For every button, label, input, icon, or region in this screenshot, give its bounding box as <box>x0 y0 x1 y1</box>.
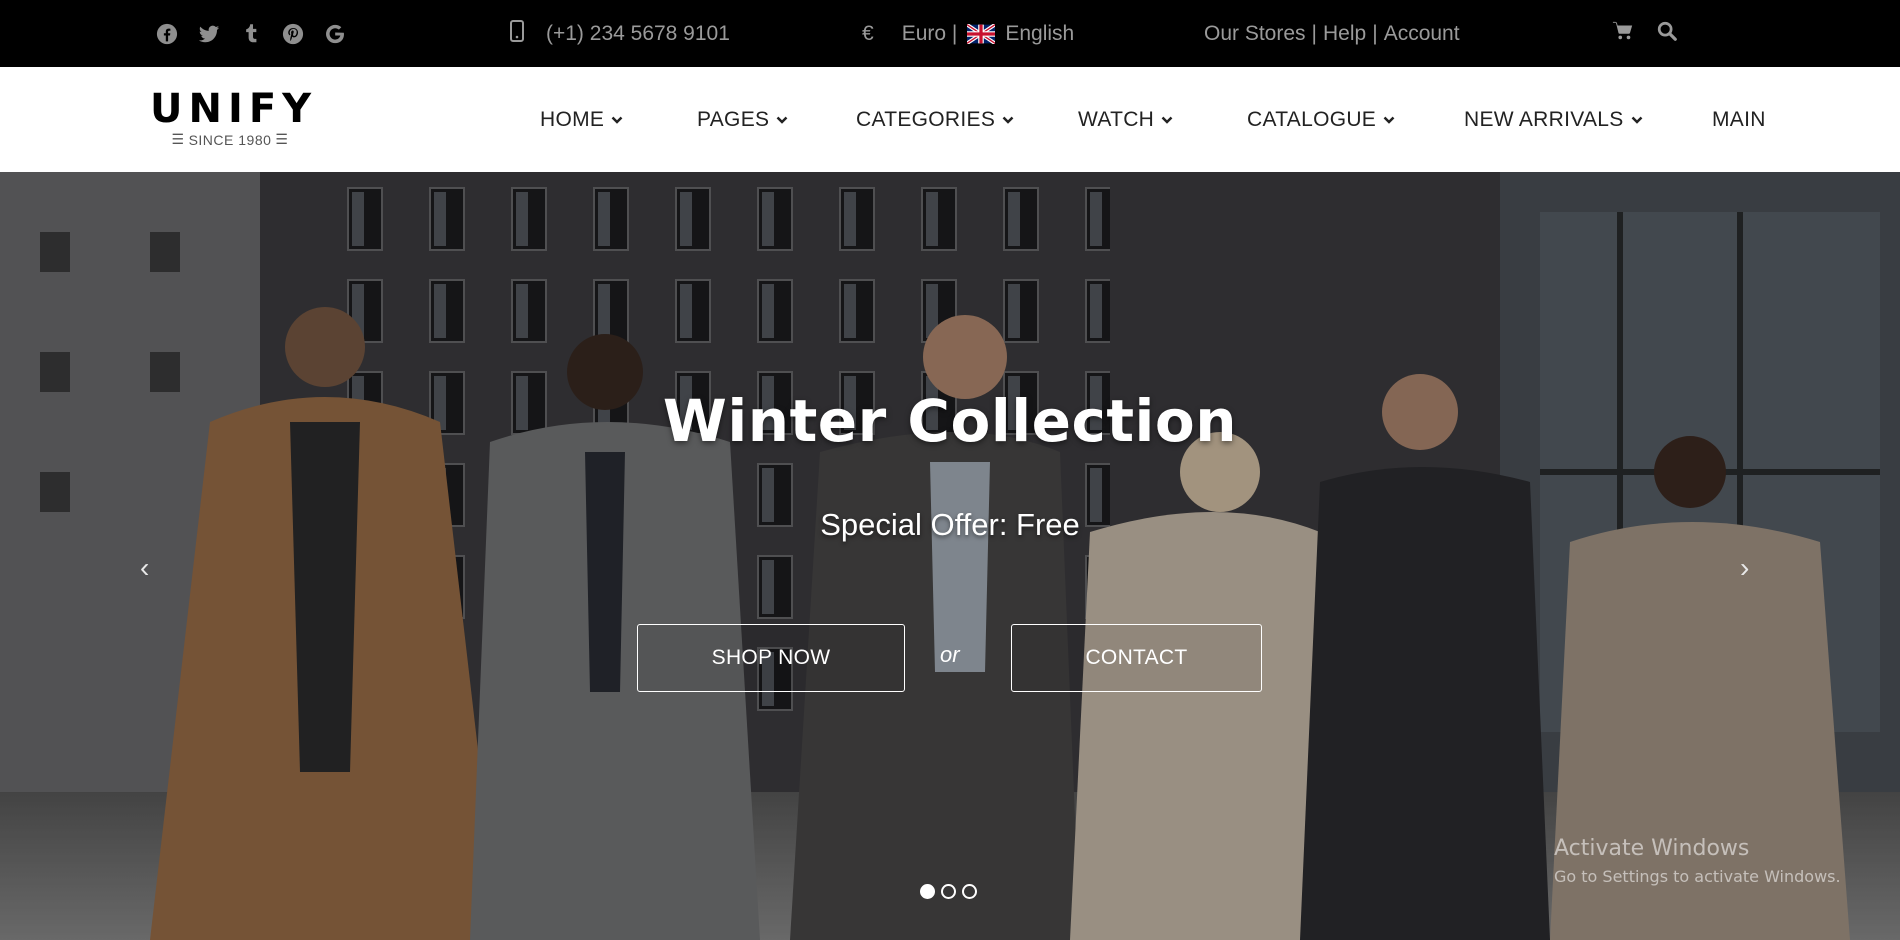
account-link[interactable]: Account <box>1384 22 1460 46</box>
mobile-phone-icon <box>510 19 524 48</box>
cart-icon[interactable] <box>1612 20 1634 48</box>
hero-slider: Winter Collection Special Offer: Free SH… <box>0 172 1900 940</box>
separator: | <box>1372 21 1378 45</box>
chevron-down-icon <box>776 116 788 124</box>
currency-language: € Euro | English <box>862 0 1074 67</box>
nav-item-home[interactable]: HOME <box>540 67 623 172</box>
top-bar: (+1) 234 5678 9101 € Euro | English Our … <box>0 0 1900 67</box>
next-slide-arrow-icon[interactable]: › <box>1740 552 1749 584</box>
main-header: UNIFY ☰ SINCE 1980 ☰ HOME PAGES CATEGORI… <box>0 67 1900 172</box>
nav-item-watch[interactable]: WATCH <box>1078 67 1173 172</box>
language-selector[interactable]: English <box>1005 22 1074 46</box>
euro-icon: € <box>862 21 874 45</box>
nav-item-catalogue[interactable]: CATALOGUE <box>1247 67 1395 172</box>
uk-flag-icon <box>966 22 997 45</box>
nav-item-pages[interactable]: PAGES <box>697 67 788 172</box>
social-links <box>155 0 347 67</box>
nav-item-main[interactable]: MAIN <box>1712 67 1766 172</box>
main-nav: HOME PAGES CATEGORIES WATCH CATALOGUE NE… <box>0 67 1900 172</box>
hero-subtitle: Special Offer: Free <box>820 507 1080 542</box>
slide-dot-3[interactable] <box>962 884 977 899</box>
watermark-title: Activate Windows <box>1554 836 1750 861</box>
twitter-icon[interactable] <box>197 22 221 46</box>
nav-item-label: MAIN <box>1712 107 1766 131</box>
chevron-down-icon <box>1383 116 1395 124</box>
phone-number: (+1) 234 5678 9101 <box>546 21 730 45</box>
slide-dot-2[interactable] <box>941 884 956 899</box>
nav-item-categories[interactable]: CATEGORIES <box>856 67 1014 172</box>
separator: | <box>1311 21 1318 45</box>
account-links: Our Stores | Help | Account <box>1204 0 1460 67</box>
nav-item-new-arrivals[interactable]: NEW ARRIVALS <box>1464 67 1643 172</box>
nav-item-label: CATEGORIES <box>856 107 996 131</box>
nav-item-label: WATCH <box>1078 107 1155 131</box>
chevron-down-icon <box>1002 116 1014 124</box>
nav-item-label: HOME <box>540 107 605 131</box>
slide-dot-1[interactable] <box>920 884 935 899</box>
chevron-down-icon <box>1161 116 1173 124</box>
chevron-down-icon <box>611 116 623 124</box>
our-stores-link[interactable]: Our Stores <box>1204 22 1306 46</box>
contact-button[interactable]: CONTACT <box>1011 624 1262 692</box>
activate-windows-watermark: Activate Windows Go to Settings to activ… <box>1554 836 1841 886</box>
chevron-down-icon <box>1631 116 1642 124</box>
nav-item-label: CATALOGUE <box>1247 107 1377 131</box>
topbar-tools <box>1612 0 1678 67</box>
search-icon[interactable] <box>1656 20 1678 48</box>
currency-selector[interactable]: Euro | <box>902 22 958 46</box>
watermark-subtitle: Go to Settings to activate Windows. <box>1554 867 1841 886</box>
phone-contact: (+1) 234 5678 9101 <box>510 0 730 67</box>
hero-title: Winter Collection <box>662 387 1238 455</box>
nav-item-label: PAGES <box>697 107 770 131</box>
slider-pagination <box>920 884 977 899</box>
hero-overlay <box>0 172 1900 940</box>
tumblr-icon[interactable] <box>239 22 263 46</box>
nav-item-label: NEW ARRIVALS <box>1464 107 1624 131</box>
prev-slide-arrow-icon[interactable]: ‹ <box>140 552 149 584</box>
or-separator: or <box>940 642 960 667</box>
facebook-icon[interactable] <box>155 22 179 46</box>
shop-now-button[interactable]: SHOP NOW <box>637 624 905 692</box>
pinterest-icon[interactable] <box>281 22 305 46</box>
help-link[interactable]: Help <box>1323 22 1366 46</box>
google-icon[interactable] <box>323 22 347 46</box>
